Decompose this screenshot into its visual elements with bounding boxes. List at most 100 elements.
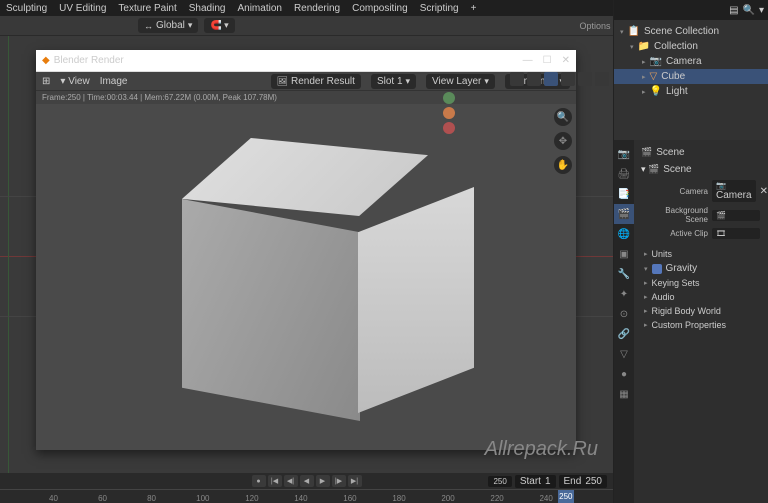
shading-solid-icon[interactable] [561, 72, 575, 86]
options-label[interactable]: Options [579, 21, 610, 31]
tab-viewlayer-icon[interactable]: 📑 [614, 184, 634, 204]
orientation-dropdown[interactable]: ↔ Global ▾ [138, 18, 198, 33]
tab-constraint-icon[interactable]: 🔗 [614, 324, 634, 344]
tab-texture-paint[interactable]: Texture Paint [118, 3, 176, 14]
tab-rendering[interactable]: Rendering [294, 3, 340, 14]
clear-icon[interactable]: ✕ [760, 186, 768, 197]
watermark: Allrepack.Ru [485, 438, 598, 461]
jump-start-icon[interactable]: |◀ [268, 475, 282, 487]
outliner-header: ▤ 🔍 ▾ [614, 0, 768, 20]
shading-rendered-icon[interactable] [595, 72, 609, 86]
viewport-header-icons [510, 72, 609, 86]
outliner[interactable]: ▾📋 Scene Collection ▾📁 Collection ▸📷 Cam… [614, 20, 768, 140]
properties-context: 🎬 Scene [638, 144, 764, 161]
outliner-cube[interactable]: ▸▽ Cube [614, 69, 768, 84]
keyframe-prev-icon[interactable]: ◀| [284, 475, 298, 487]
tab-object-icon[interactable]: ▣ [614, 244, 634, 264]
panel-keying-sets[interactable]: Keying Sets [638, 276, 764, 290]
panel-audio[interactable]: Audio [638, 290, 764, 304]
search-icon[interactable]: 🔍 [743, 5, 755, 16]
axis-y [8, 36, 9, 473]
tab-scene-icon[interactable]: 🎬 [614, 204, 634, 224]
active-clip-field[interactable]: 🎞 [712, 228, 760, 239]
filter-render-icon[interactable] [443, 122, 455, 134]
menu-image[interactable]: Image [100, 76, 128, 87]
tab-texture-icon[interactable]: ▦ [614, 384, 634, 404]
zoom-icon[interactable]: 🔍 [554, 108, 572, 126]
autokey-icon[interactable]: ● [252, 475, 266, 487]
tab-mesh-icon[interactable]: ▽ [614, 344, 634, 364]
properties-body: 🎬 Scene ▾ 🎬 Scene Camera 📷 Camera ✕ Back… [634, 140, 768, 503]
viewport-area: ◆Blender Render — ☐ ✕ ⊞ ▾ View Image 🖼 R… [0, 36, 613, 473]
playback-controls: ● |◀ ◀| ◀ ▶ |▶ ▶| 250 Start 1 End 250 [0, 473, 613, 489]
filter-visible-icon[interactable] [443, 107, 455, 119]
right-panel: ▤ 🔍 ▾ ▾📋 Scene Collection ▾📁 Collection … [613, 0, 768, 503]
camera-field[interactable]: 📷 Camera [712, 180, 756, 202]
bg-scene-row: Background Scene 🎬 [638, 204, 764, 226]
tab-sculpting[interactable]: Sculpting [6, 3, 47, 14]
tab-world-icon[interactable]: 🌐 [614, 224, 634, 244]
tab-compositing[interactable]: Compositing [352, 3, 408, 14]
editor-type-icon[interactable]: ⊞ [42, 76, 50, 87]
menu-view[interactable]: ▾ View [60, 76, 89, 87]
playhead[interactable]: 250 [558, 490, 574, 503]
tab-particle-icon[interactable]: ✦ [614, 284, 634, 304]
outliner-restriction-toggles [443, 92, 455, 134]
render-result-selector[interactable]: 🖼 Render Result [271, 74, 361, 89]
outliner-scene-collection[interactable]: ▾📋 Scene Collection [614, 24, 768, 39]
render-titlebar[interactable]: ◆Blender Render — ☐ ✕ [36, 50, 576, 72]
minimize-button[interactable]: — [523, 55, 533, 66]
tab-scripting[interactable]: Scripting [420, 3, 459, 14]
render-canvas[interactable] [36, 104, 576, 450]
tab-uv[interactable]: UV Editing [59, 3, 106, 14]
panel-units[interactable]: Units [638, 247, 764, 261]
shading-wireframe-icon[interactable] [544, 72, 558, 86]
render-menu: ⊞ ▾ View Image 🖼 Render Result Slot 1 ▾ … [36, 72, 576, 90]
gizmo-toggle-icon[interactable] [510, 72, 524, 86]
shading-material-icon[interactable] [578, 72, 592, 86]
layer-selector[interactable]: View Layer ▾ [426, 74, 495, 89]
start-frame-field[interactable]: Start 1 [515, 475, 556, 488]
properties-tabs: 📷 🖨 📑 🎬 🌐 ▣ 🔧 ✦ ⊙ 🔗 ▽ ● ▦ [614, 140, 634, 503]
bg-scene-field[interactable]: 🎬 [712, 210, 760, 221]
tab-animation[interactable]: Animation [237, 3, 281, 14]
filter-selectable-icon[interactable] [443, 92, 455, 104]
active-clip-row: Active Clip 🎞 [638, 226, 764, 241]
tab-output-icon[interactable]: 🖨 [614, 164, 634, 184]
properties-editor: 📷 🖨 📑 🎬 🌐 ▣ 🔧 ✦ ⊙ 🔗 ▽ ● ▦ 🎬 Scene ▾ 🎬 Sc… [614, 140, 768, 503]
panel-gravity[interactable]: Gravity [638, 261, 764, 276]
play-reverse-icon[interactable]: ◀ [300, 475, 314, 487]
tab-physics-icon[interactable]: ⊙ [614, 304, 634, 324]
render-window: ◆Blender Render — ☐ ✕ ⊞ ▾ View Image 🖼 R… [36, 50, 576, 450]
snap-toggle[interactable]: 🧲 ▾ [204, 18, 234, 33]
filter-dropdown-icon[interactable]: ▾ [759, 5, 764, 16]
hand-icon[interactable]: ✋ [554, 156, 572, 174]
current-frame-field[interactable]: 250 [488, 476, 511, 487]
camera-row: Camera 📷 Camera ✕ [638, 178, 764, 204]
tab-shading[interactable]: Shading [189, 3, 226, 14]
tab-material-icon[interactable]: ● [614, 364, 634, 384]
panel-rigid-body[interactable]: Rigid Body World [638, 304, 764, 318]
play-icon[interactable]: ▶ [316, 475, 330, 487]
pan-icon[interactable]: ✥ [554, 132, 572, 150]
render-info: Frame:250 | Time:00:03.44 | Mem:67.22M (… [36, 90, 576, 104]
gravity-checkbox[interactable] [652, 264, 662, 274]
timeline-ruler[interactable]: 40 60 80 100 120 140 160 180 200 220 240… [0, 489, 613, 503]
tab-render-icon[interactable]: 📷 [614, 144, 634, 164]
render-nav-gizmos: 🔍 ✥ ✋ [554, 108, 572, 174]
slot-selector[interactable]: Slot 1 ▾ [371, 74, 416, 89]
outliner-camera[interactable]: ▸📷 Camera [614, 54, 768, 69]
tab-add[interactable]: + [471, 3, 477, 14]
end-frame-field[interactable]: End 250 [559, 475, 607, 488]
scene-datablock[interactable]: ▾ 🎬 Scene [638, 161, 764, 178]
close-button[interactable]: ✕ [562, 55, 570, 66]
overlay-toggle-icon[interactable] [527, 72, 541, 86]
tab-modifier-icon[interactable]: 🔧 [614, 264, 634, 284]
jump-end-icon[interactable]: ▶| [348, 475, 362, 487]
outliner-collection[interactable]: ▾📁 Collection [614, 39, 768, 54]
panel-custom-props[interactable]: Custom Properties [638, 318, 764, 332]
maximize-button[interactable]: ☐ [543, 55, 552, 66]
filter-icon[interactable]: ▤ [729, 5, 738, 16]
outliner-light[interactable]: ▸💡 Light [614, 84, 768, 99]
keyframe-next-icon[interactable]: |▶ [332, 475, 346, 487]
